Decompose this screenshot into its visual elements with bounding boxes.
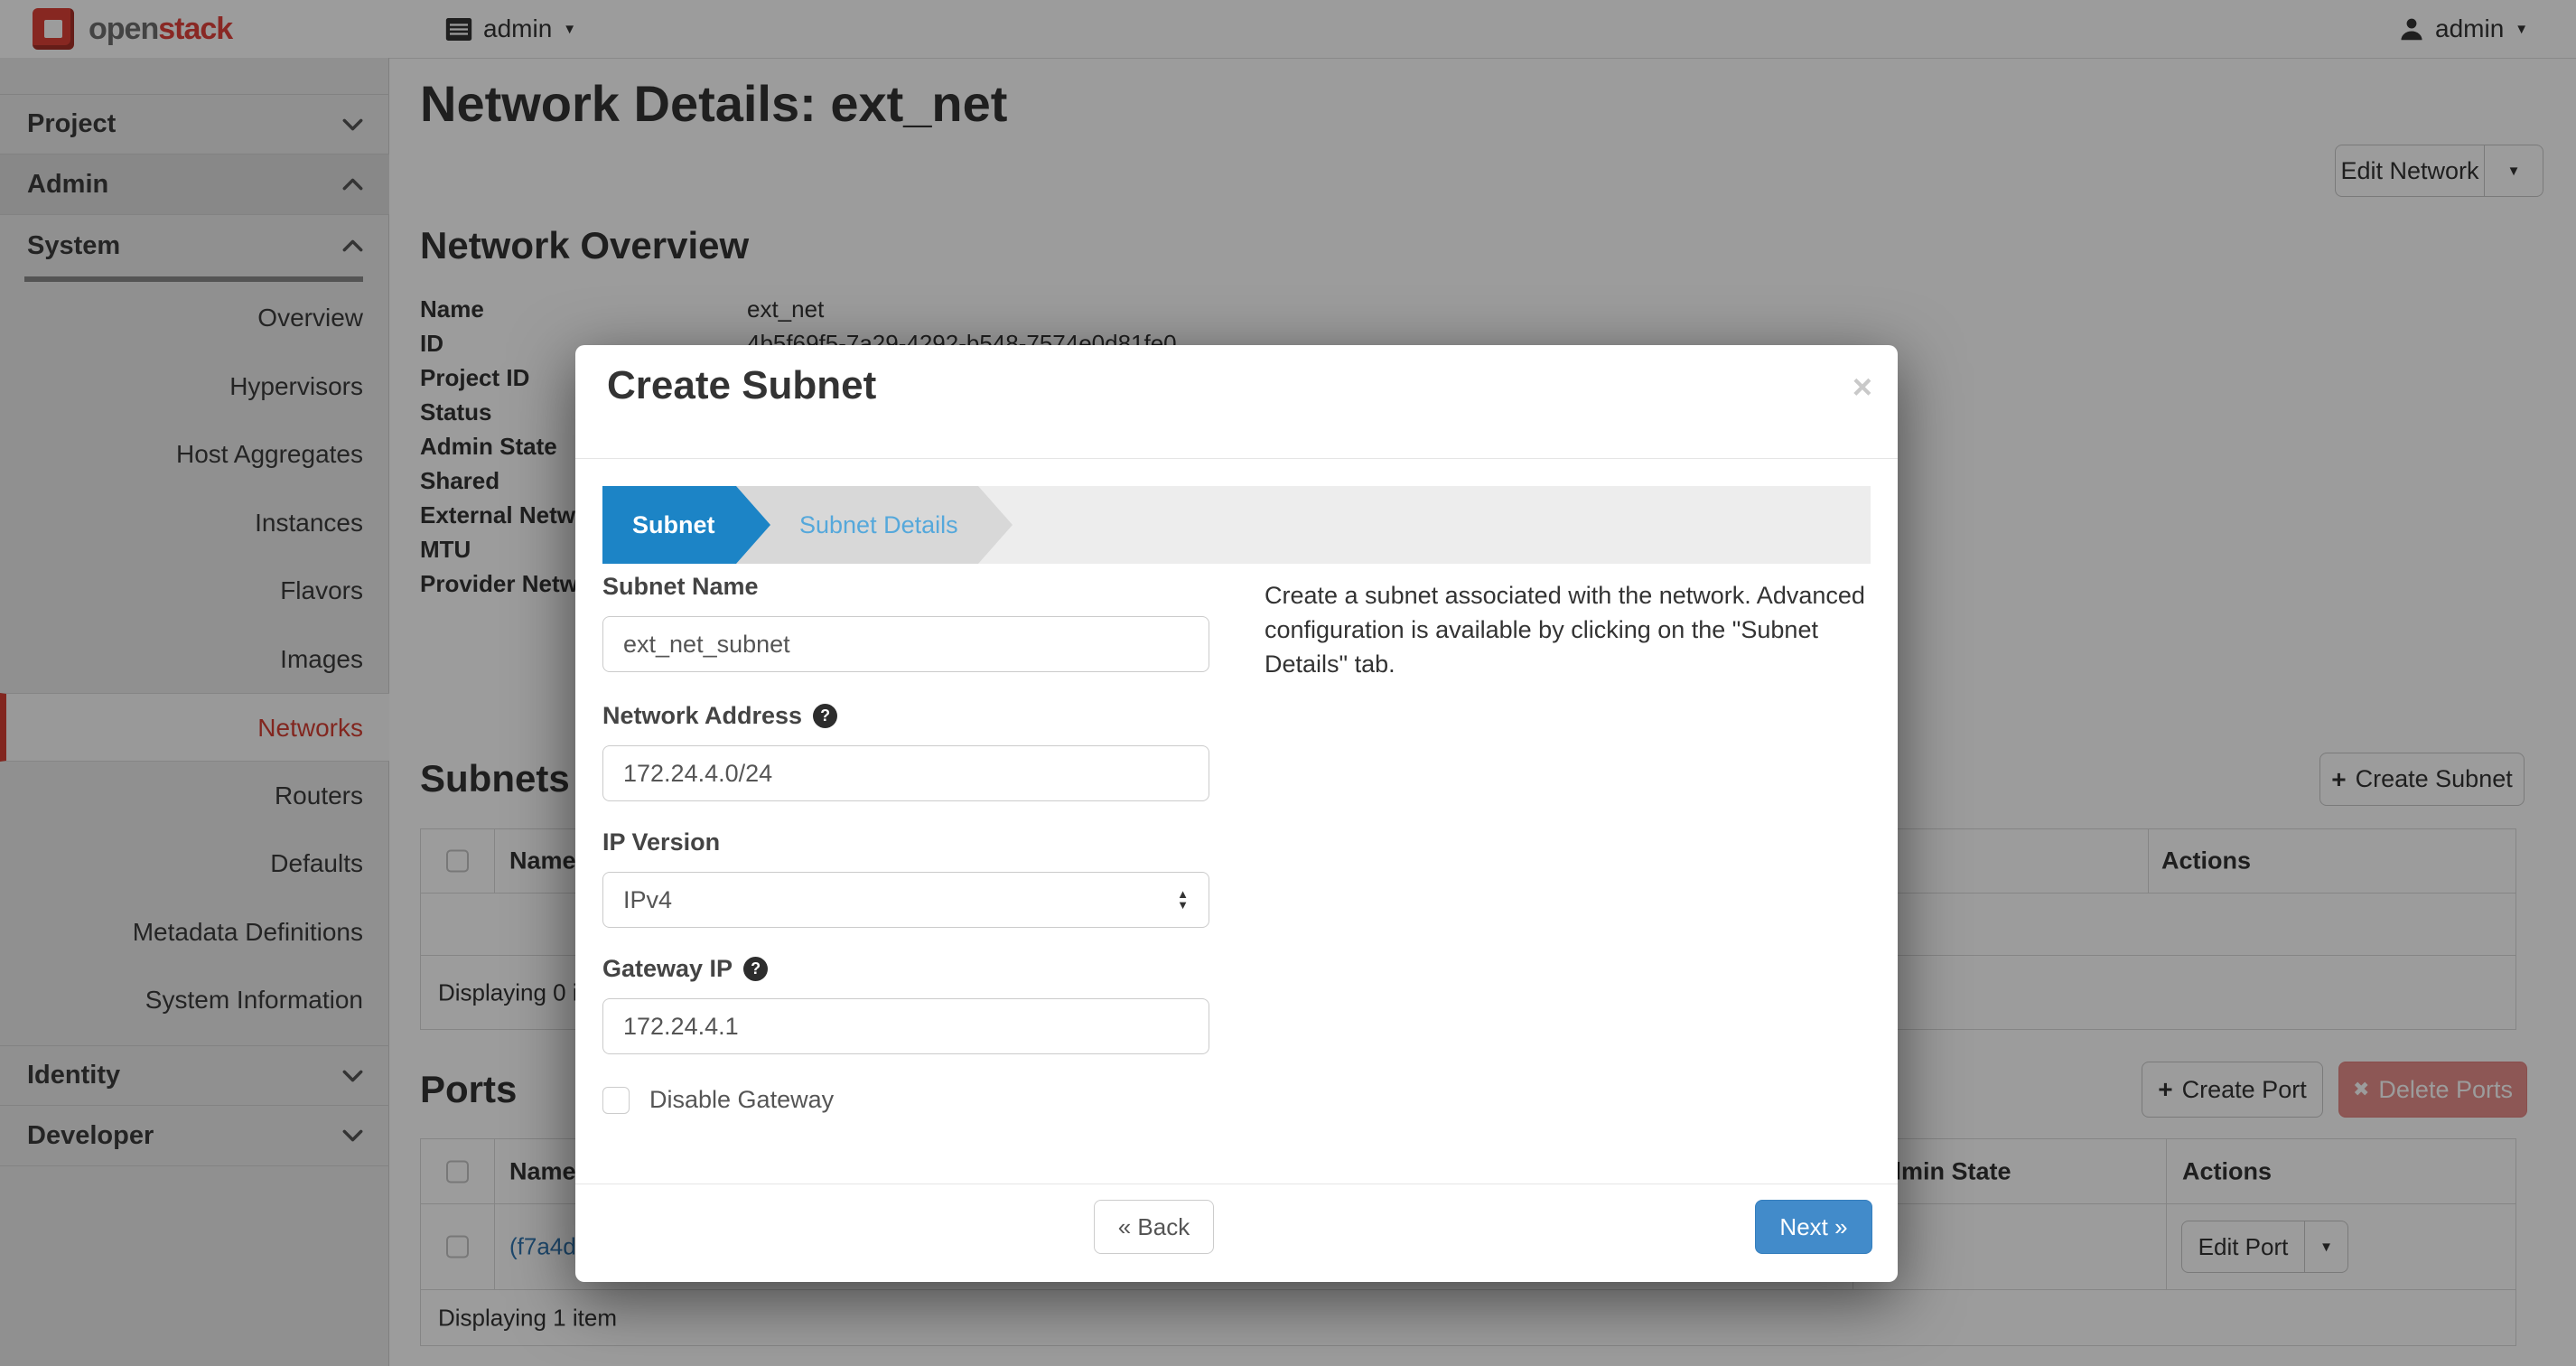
subnet-name-label: Subnet Name <box>602 573 759 601</box>
back-button[interactable]: « Back <box>1094 1200 1214 1254</box>
ip-version-select[interactable]: IPv4 ▲▼ <box>602 872 1209 928</box>
gateway-ip-label: Gateway IP ? <box>602 955 768 983</box>
close-icon[interactable]: × <box>1853 370 1872 405</box>
disable-gateway-checkbox-row: Disable Gateway <box>602 1086 834 1114</box>
create-subnet-modal: Create Subnet × Subnet Details Subnet Su… <box>575 345 1898 1282</box>
disable-gateway-label: Disable Gateway <box>649 1086 834 1114</box>
network-address-input[interactable] <box>602 745 1209 801</box>
modal-title: Create Subnet <box>607 363 876 408</box>
wizard-steps-bar: Subnet Details Subnet <box>602 486 1871 564</box>
modal-help-text: Create a subnet associated with the netw… <box>1265 578 1865 681</box>
network-address-label: Network Address ? <box>602 702 837 730</box>
disable-gateway-checkbox[interactable] <box>602 1087 630 1114</box>
next-button[interactable]: Next » <box>1755 1200 1872 1254</box>
horizon-dashboard: openstack admin ▼ admin ▼ Project Admin … <box>0 0 2576 1366</box>
help-icon[interactable]: ? <box>813 704 837 728</box>
tab-subnet[interactable]: Subnet <box>602 486 770 564</box>
help-icon[interactable]: ? <box>743 957 768 981</box>
ip-version-label: IP Version <box>602 828 720 856</box>
select-arrows-icon: ▲▼ <box>1177 889 1189 911</box>
tab-subnet-details[interactable]: Subnet Details <box>736 486 1013 564</box>
modal-header-divider <box>575 458 1898 459</box>
gateway-ip-input[interactable] <box>602 998 1209 1054</box>
subnet-name-input[interactable] <box>602 616 1209 672</box>
